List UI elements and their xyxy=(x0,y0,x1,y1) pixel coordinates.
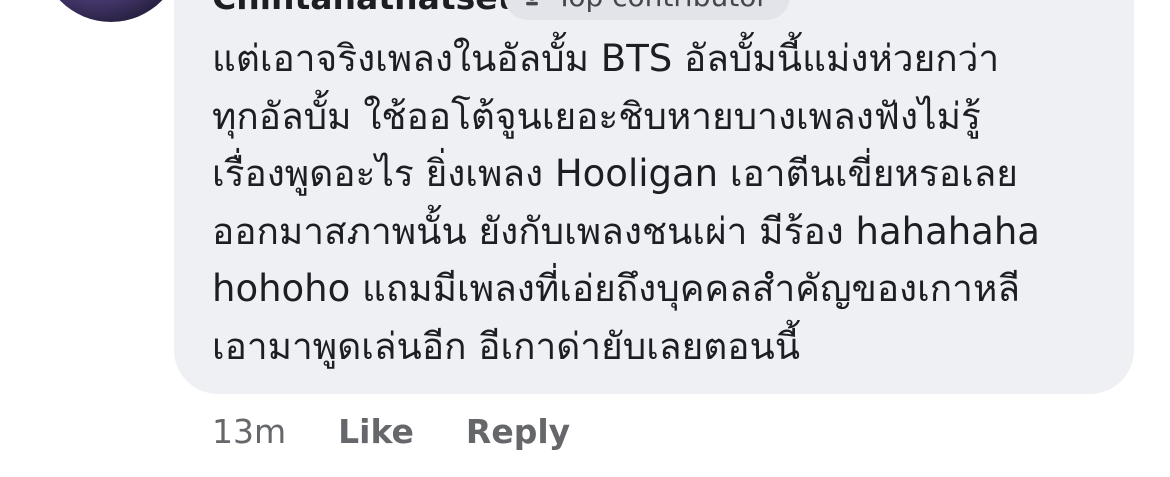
comment-timestamp[interactable]: 13m xyxy=(212,412,286,451)
avatar[interactable] xyxy=(40,0,182,22)
badge-label: Top contributor xyxy=(556,0,768,13)
comment-text: แต่เอาจริงเพลงในอัลบั้ม BTS อัลบั้มนี้แม… xyxy=(212,30,1112,375)
top-contributor-badge: Top contributor xyxy=(504,0,790,20)
comment-line: เรื่องพูดอะไร ยิ่งเพลง Hooligan เอาตีนเข… xyxy=(212,152,1018,195)
comment-line: hohoho แถมมีเพลงที่เอ่ยถึงบุคคลสำคัญของเ… xyxy=(212,267,1021,310)
comment-actions: 13m Like Reply xyxy=(212,412,570,451)
comment-line: แต่เอาจริงเพลงในอัลบั้ม BTS อัลบั้มนี้แม… xyxy=(212,37,1000,80)
comment-line: เอามาพูดเล่นอีก อีเกาด่ายับเลยตอนนี้ xyxy=(212,324,801,368)
trophy-icon xyxy=(526,0,538,6)
comment-line: ออกมาสภาพนั้น ยังกับเพลงชนเผ่า มีร้อง ha… xyxy=(212,209,1040,253)
like-button[interactable]: Like xyxy=(338,412,414,451)
reply-button[interactable]: Reply xyxy=(466,412,570,451)
comment-author[interactable]: Chintanathatset xyxy=(212,0,513,17)
comment-line: ทุกอัลบั้ม ใช้ออโต้จูนเยอะชิบหายบางเพลงฟ… xyxy=(212,94,981,138)
